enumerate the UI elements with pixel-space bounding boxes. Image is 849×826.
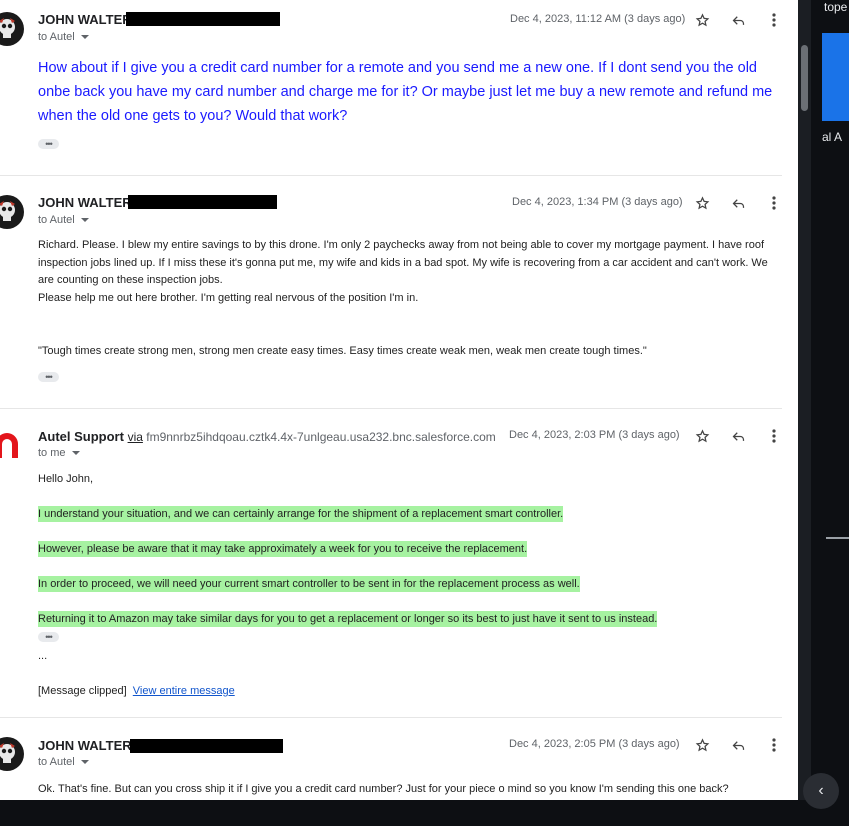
reply-icon[interactable] [727,734,749,756]
redaction-bar [128,195,277,209]
redaction-bar [130,739,283,753]
bottom-bar [0,800,849,826]
caret-down-icon [71,451,80,456]
trailing-dots: ... [38,650,48,662]
message-body: How about if I give you a credit card nu… [38,60,773,124]
view-entire-message-link[interactable]: View entire message [133,685,235,697]
highlighted-paragraph: In order to proceed, we will need your c… [38,576,580,592]
reply-icon[interactable] [727,425,749,447]
recipient-dropdown[interactable]: to Autel [38,31,89,43]
star-icon[interactable] [691,192,713,214]
side-panel-label-mid: al A [822,130,843,144]
divider [0,717,782,718]
show-trimmed-button[interactable]: ••• [38,139,59,149]
star-icon[interactable] [691,9,713,31]
message-date: Dec 4, 2023, 2:05 PM (3 days ago) [509,738,680,750]
side-panel: tope al A [798,0,849,826]
reply-icon[interactable] [727,9,749,31]
caret-down-icon [80,760,89,765]
sender-name: Autel Support via fm9nnrbz5ihdqoau.cztk4… [38,429,496,444]
sender-avatar[interactable] [0,195,24,229]
sender-avatar[interactable] [0,737,24,771]
message-body-paragraph: Please help me out here brother. I'm get… [38,292,419,304]
caret-down-icon [80,218,89,223]
scrollbar-track[interactable] [798,0,811,800]
message-clipped-notice: [Message clipped] View entire message [38,685,235,697]
sender-name: JOHN WALTER [38,738,132,753]
sender-avatar[interactable] [0,12,24,46]
message-body-paragraph: Richard. Please. I blew my entire saving… [38,239,768,286]
caret-down-icon [80,35,89,40]
recipient-dropdown[interactable]: to Autel [38,214,89,226]
more-vert-icon[interactable] [763,425,785,447]
star-icon[interactable] [691,425,713,447]
more-vert-icon[interactable] [763,192,785,214]
divider [0,175,782,176]
skull-icon [0,18,15,38]
message-date: Dec 4, 2023, 1:34 PM (3 days ago) [512,196,683,208]
message-body: Ok. That's fine. But can you cross ship … [38,783,729,795]
show-trimmed-button[interactable]: ••• [38,632,59,642]
skull-icon [0,201,15,221]
side-panel-blue-tile[interactable] [822,33,849,121]
sender-name: JOHN WALTER [38,12,132,27]
redaction-bar [126,12,280,26]
more-vert-icon[interactable] [763,9,785,31]
autel-logo[interactable] [0,428,22,462]
recipient-dropdown[interactable]: to Autel [38,756,89,768]
sender-name: JOHN WALTER [38,195,132,210]
divider [0,408,782,409]
show-trimmed-button[interactable]: ••• [38,372,59,382]
highlighted-paragraph: I understand your situation, and we can … [38,506,564,522]
chevron-left-icon[interactable]: ‹ [803,773,839,809]
skull-icon [0,743,15,763]
scrollbar-thumb[interactable] [801,45,808,111]
side-panel-slider[interactable] [826,537,849,539]
greeting: Hello John, [38,473,94,485]
highlighted-paragraph: However, please be aware that it may tak… [38,541,528,557]
highlighted-paragraph: Returning it to Amazon may take similar … [38,611,658,627]
message-date: Dec 4, 2023, 11:12 AM (3 days ago) [510,13,686,25]
message-date: Dec 4, 2023, 2:03 PM (3 days ago) [509,429,680,441]
recipient-dropdown[interactable]: to me [38,447,80,459]
message-signature-quote: "Tough times create strong men, strong m… [38,345,647,357]
reply-icon[interactable] [727,192,749,214]
more-vert-icon[interactable] [763,734,785,756]
star-icon[interactable] [691,734,713,756]
side-panel-label-top: tope [824,0,848,14]
